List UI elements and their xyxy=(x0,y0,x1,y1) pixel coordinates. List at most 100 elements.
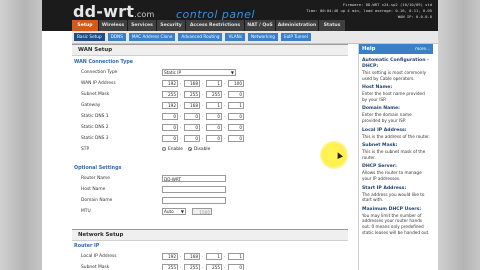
domain-name-label: Domain Name xyxy=(81,198,113,203)
dot-separator: . xyxy=(202,114,204,119)
tab-services[interactable]: Services xyxy=(128,20,156,31)
help-title: Help xyxy=(362,46,376,52)
mtu-label: MTU xyxy=(81,209,91,214)
chevron-down-icon: ▼ xyxy=(230,70,234,75)
wan-ip-row: WAN IP Address 192 . 168 . 1 . 100 xyxy=(72,78,348,89)
mtu-mode-select[interactable]: Auto ▼ xyxy=(162,208,186,215)
subnet-octet-2[interactable]: 255 xyxy=(184,91,200,98)
mtu-mode-value: Auto xyxy=(164,209,174,214)
help-item-title: Automatic Configuration - DHCP: xyxy=(362,58,429,69)
wan-ip-octet-3[interactable]: 1 xyxy=(206,80,222,87)
dns3-octet-3[interactable]: 0 xyxy=(206,135,222,142)
dot-separator: . xyxy=(202,125,204,130)
tab-wireless[interactable]: Wireless xyxy=(99,20,127,31)
dns1-octet-3[interactable]: 0 xyxy=(206,113,222,120)
subtab-networking[interactable]: Networking xyxy=(247,33,278,41)
local-ip-octet-2[interactable]: 168 xyxy=(184,253,200,260)
network-subnet-octet-1[interactable]: 255 xyxy=(162,264,178,270)
gateway-octet-4[interactable]: 1 xyxy=(228,102,244,109)
dns2-octet-1[interactable]: 0 xyxy=(162,124,178,131)
dot-separator: . xyxy=(180,136,182,141)
wan-connection-type-title: WAN Connection Type xyxy=(74,60,134,65)
network-subnet-octet-4[interactable]: 0 xyxy=(228,264,244,270)
router-name-input[interactable]: DD-WRT xyxy=(162,175,226,182)
gateway-octet-2[interactable]: 168 xyxy=(184,102,200,109)
dot-separator: . xyxy=(202,81,204,86)
subtab-basic-setup[interactable]: Basic Setup xyxy=(74,33,105,41)
stp-disable-radio[interactable] xyxy=(188,147,192,151)
wan-ip-octet-2[interactable]: 168 xyxy=(184,80,200,87)
subtab-advanced-routing[interactable]: Advanced Routing xyxy=(178,33,223,41)
static-dns2-label: Static DNS 2 xyxy=(81,125,109,130)
subtab-ddns[interactable]: DDNS xyxy=(107,33,126,41)
host-name-label: Host Name xyxy=(81,187,106,192)
wan-ip-octet-1[interactable]: 192 xyxy=(162,80,178,87)
host-name-input[interactable] xyxy=(162,186,226,193)
router-page: dd-wrt.com control panel Firmware: DD-WR… xyxy=(42,0,438,270)
help-item-text: You may limit the number of addresses yo… xyxy=(362,212,430,235)
local-ip-octet-1[interactable]: 192 xyxy=(162,253,178,260)
static-dns3-row: Static DNS 3 0 . 0 . 0 . 0 xyxy=(72,133,348,144)
tab-administration[interactable]: Administration xyxy=(276,20,318,31)
subtab-eoip-tunnel[interactable]: EoIP Tunnel xyxy=(280,33,311,41)
tab-access-restrictions[interactable]: Access Restrictions xyxy=(186,20,244,31)
subnet-octet-1[interactable]: 255 xyxy=(162,91,178,98)
optional-settings-section: Optional Settings Router Name DD-WRT Hos… xyxy=(72,165,348,217)
wan-ip-octet-4[interactable]: 100 xyxy=(228,80,244,87)
dns3-octet-2[interactable]: 0 xyxy=(184,135,200,142)
sub-navigation: Basic Setup DDNS MAC Address Clone Advan… xyxy=(72,31,438,44)
tab-setup[interactable]: Setup xyxy=(72,20,98,31)
stp-enable-radio[interactable] xyxy=(162,147,166,151)
help-more-link[interactable]: more... xyxy=(415,44,430,54)
subtab-vlans[interactable]: VLANs xyxy=(225,33,245,41)
connection-type-select[interactable]: Static IP ▼ xyxy=(162,69,236,76)
dns3-octet-1[interactable]: 0 xyxy=(162,135,178,142)
dot-separator: . xyxy=(202,254,204,259)
main-content: WAN Setup WAN Connection Type Connection… xyxy=(72,44,348,270)
router-name-label: Router Name xyxy=(81,176,110,181)
connection-type-row: Connection Type Static IP ▼ xyxy=(72,67,348,78)
main-tabs: Setup Wireless Services Security Access … xyxy=(72,20,345,31)
dns3-octet-4[interactable]: 0 xyxy=(228,135,244,142)
dns1-octet-1[interactable]: 0 xyxy=(162,113,178,120)
dot-separator: . xyxy=(180,92,182,97)
help-item-text: The address you would like to start with… xyxy=(362,191,425,203)
help-item-text: Enter the domain name provided by your I… xyxy=(362,112,412,123)
subtab-mac-address-clone[interactable]: MAC Address Clone xyxy=(128,33,176,41)
dot-separator: . xyxy=(180,81,182,86)
wan-ip-label: WAN IP Address xyxy=(81,81,116,86)
cursor-highlight xyxy=(320,141,348,169)
network-subnet-octet-2[interactable]: 255 xyxy=(184,264,200,270)
tab-security[interactable]: Security xyxy=(157,20,185,31)
static-dns1-label: Static DNS 1 xyxy=(81,114,109,119)
dot-separator: . xyxy=(180,103,182,108)
gateway-octet-1[interactable]: 192 xyxy=(162,102,178,109)
dot-separator: . xyxy=(224,265,226,270)
tab-status[interactable]: Status xyxy=(319,20,345,31)
mtu-row: MTU Auto ▼ 1500 xyxy=(72,206,348,217)
dot-separator: . xyxy=(180,125,182,130)
subnet-octet-4[interactable]: 0 xyxy=(228,91,244,98)
tab-nat-qos[interactable]: NAT / QoS xyxy=(245,20,275,31)
dot-separator: . xyxy=(180,114,182,119)
help-item-title: Maximum DHCP Users: xyxy=(362,206,422,212)
local-ip-octet-4[interactable]: 1 xyxy=(228,253,244,260)
subnet-octet-3[interactable]: 255 xyxy=(206,91,222,98)
dot-separator: . xyxy=(202,136,204,141)
local-ip-octet-3[interactable]: 1 xyxy=(206,253,222,260)
network-subnet-row: Subnet Mask 255 . 255 . 255 . 0 xyxy=(72,262,348,270)
static-dns1-row: Static DNS 1 0 . 0 . 0 . 0 xyxy=(72,111,348,122)
domain-name-input[interactable] xyxy=(162,197,226,204)
help-item: Start IP Address: The address you would … xyxy=(359,186,433,203)
dns2-octet-2[interactable]: 0 xyxy=(184,124,200,131)
dns1-octet-4[interactable]: 0 xyxy=(228,113,244,120)
dns1-octet-2[interactable]: 0 xyxy=(184,113,200,120)
mtu-value-input[interactable]: 1500 xyxy=(192,208,212,215)
firmware-info: Firmware: DD-WRT v24-sp2 (10/10/09) std … xyxy=(306,2,432,19)
dns2-octet-4[interactable]: 0 xyxy=(228,124,244,131)
uptime-line: Time: 00:04:46 up 4 min, load average: 0… xyxy=(306,7,432,13)
network-subnet-octet-3[interactable]: 255 xyxy=(206,264,222,270)
dot-separator: . xyxy=(224,92,226,97)
gateway-octet-3[interactable]: 1 xyxy=(206,102,222,109)
dns2-octet-3[interactable]: 0 xyxy=(206,124,222,131)
